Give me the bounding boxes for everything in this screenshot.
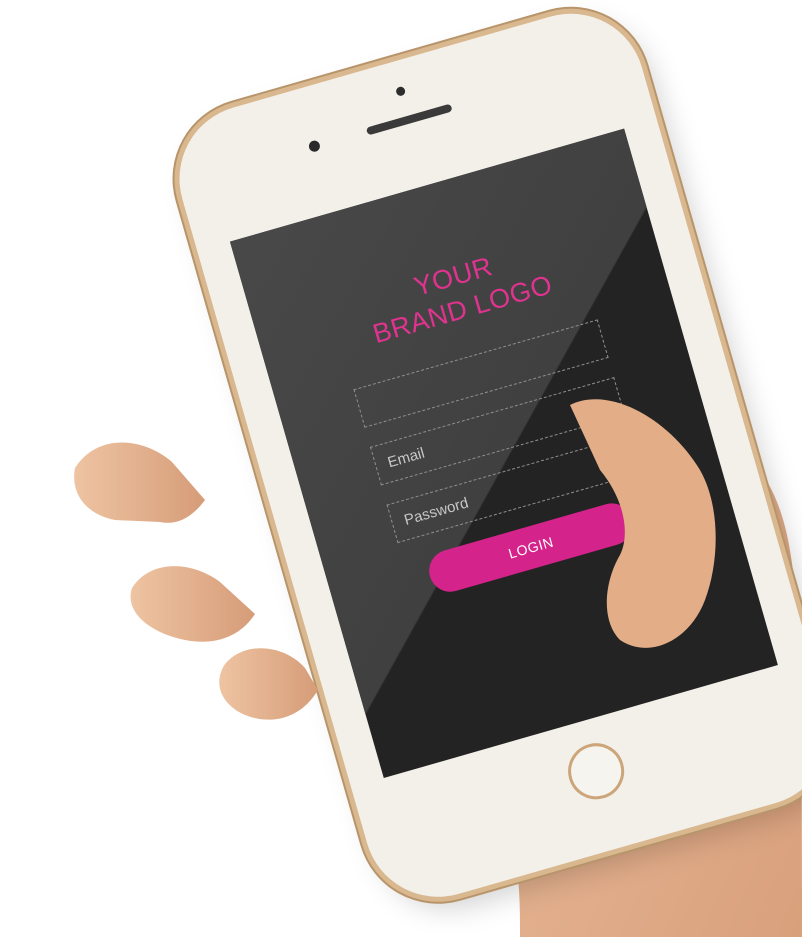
scene: YOUR BRAND LOGO LOGIN: [0, 0, 802, 937]
hand-foreground: [74, 399, 716, 720]
